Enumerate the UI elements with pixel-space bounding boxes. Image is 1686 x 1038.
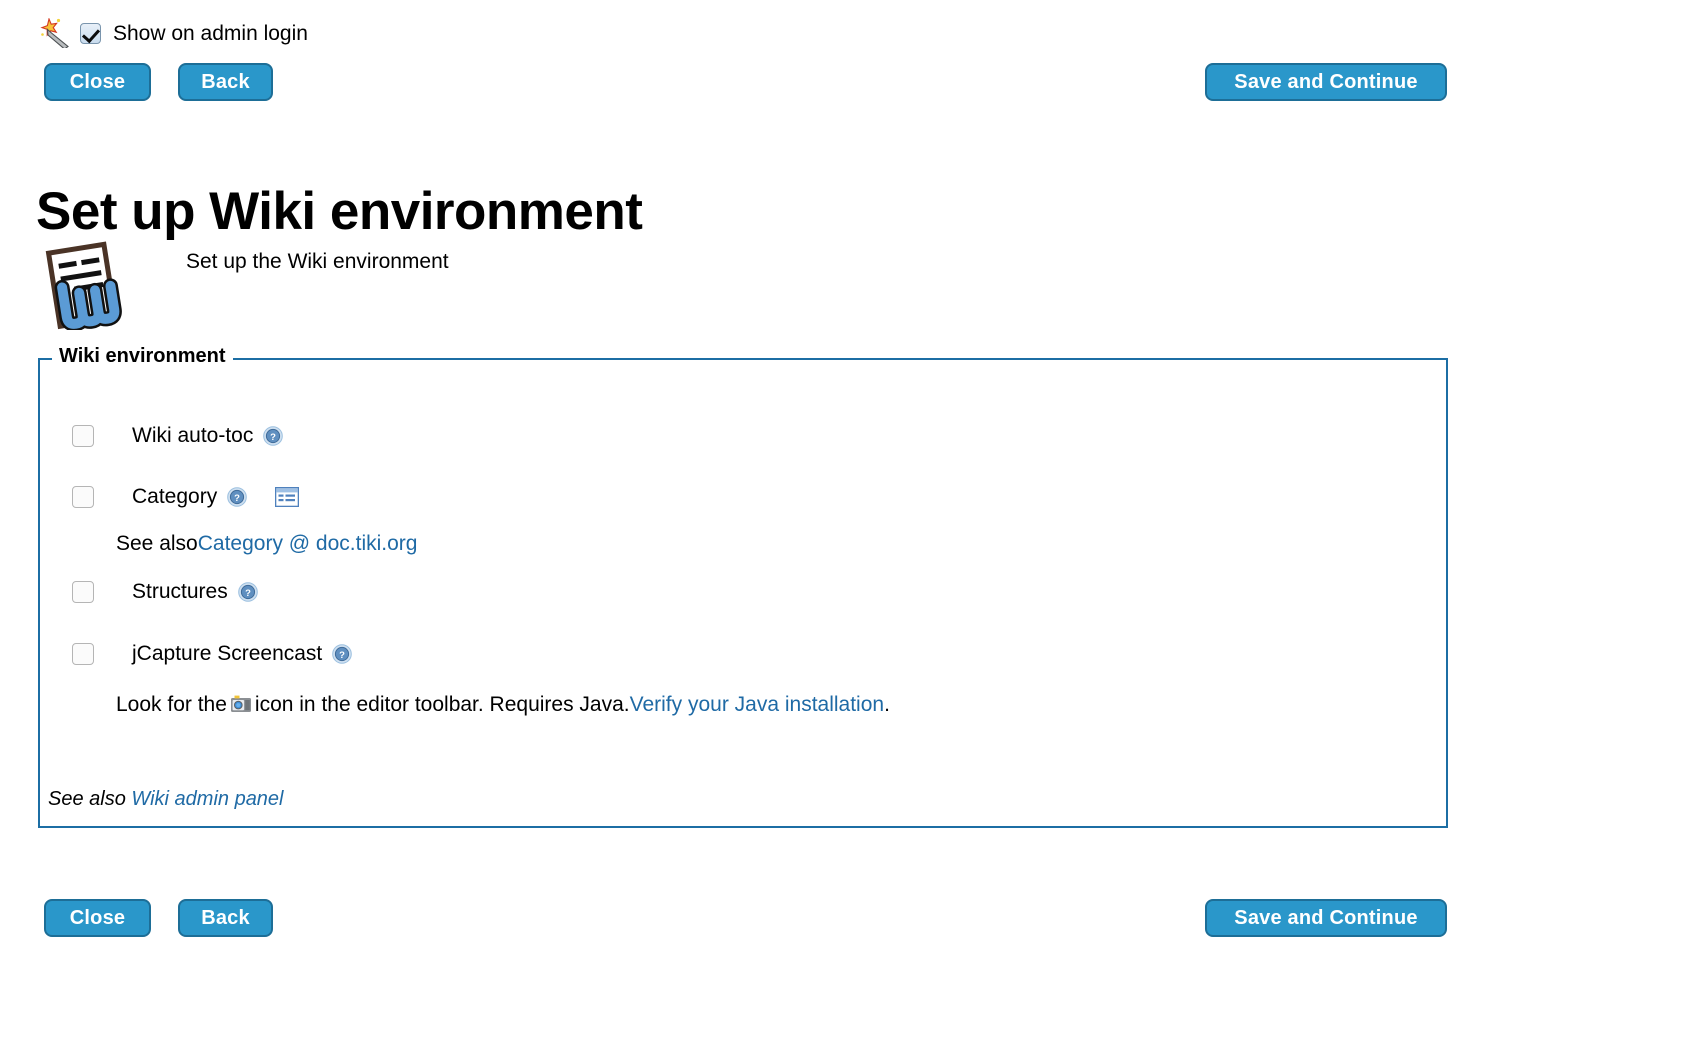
wiki-document-icon: [44, 240, 124, 330]
back-button-bottom[interactable]: Back: [178, 899, 273, 937]
bottom-button-row: Close Back Save and Continue: [0, 899, 1686, 941]
svg-text:?: ?: [270, 432, 276, 443]
help-icon[interactable]: ?: [332, 644, 353, 664]
jcapture-note-middle: icon in the editor toolbar. Requires Jav…: [254, 693, 630, 716]
option-row-jcapture-screencast: jCapture Screencast ?: [72, 641, 353, 667]
svg-text:?: ?: [245, 588, 251, 599]
option-row-wiki-auto-toc: Wiki auto-toc ?: [72, 423, 284, 449]
camera-icon: [227, 693, 255, 717]
show-on-admin-login-label: Show on admin login: [113, 21, 308, 45]
category-see-also-note: See also Category @ doc.tiki.org: [116, 532, 417, 556]
show-on-admin-login-checkbox[interactable]: [80, 22, 101, 44]
wiki-auto-toc-checkbox[interactable]: [72, 425, 94, 447]
wiki-admin-panel-link[interactable]: Wiki admin panel: [131, 788, 283, 810]
footer-prefix: See also: [48, 788, 132, 810]
verify-java-installation-link[interactable]: Verify your Java installation: [630, 693, 884, 717]
close-button-bottom[interactable]: Close: [44, 899, 151, 937]
intro-text: Set up the Wiki environment: [186, 250, 449, 273]
save-and-continue-button-bottom[interactable]: Save and Continue: [1205, 899, 1447, 937]
structures-checkbox[interactable]: [72, 581, 94, 603]
close-button-top[interactable]: Close: [44, 63, 151, 101]
jcapture-screencast-checkbox[interactable]: [72, 643, 94, 665]
list-settings-icon[interactable]: [275, 487, 300, 507]
option-row-category: Category ?: [72, 484, 300, 510]
wiki-environment-fieldset: Wiki environment Wiki auto-toc ? Categor…: [38, 345, 1448, 828]
category-note-prefix: See also: [116, 532, 198, 555]
category-checkbox[interactable]: [72, 486, 94, 508]
category-doc-link[interactable]: Category @ doc.tiki.org: [198, 532, 418, 556]
jcapture-note: Look for the icon in the editor toolbar.…: [116, 693, 890, 717]
page-title: Set up Wiki environment: [36, 181, 643, 241]
jcapture-note-suffix: .: [884, 693, 890, 716]
svg-text:?: ?: [234, 493, 240, 504]
help-icon[interactable]: ?: [237, 582, 258, 602]
svg-text:?: ?: [339, 650, 345, 661]
jcapture-screencast-label: jCapture Screencast: [132, 642, 323, 665]
option-row-structures: Structures ?: [72, 579, 258, 605]
intro-row: Set up the Wiki environment: [44, 240, 449, 330]
back-button-top[interactable]: Back: [178, 63, 273, 101]
help-icon[interactable]: ?: [263, 426, 284, 446]
fieldset-footer: See also Wiki admin panel: [48, 788, 284, 810]
structures-label: Structures: [132, 580, 228, 603]
wiki-auto-toc-label: Wiki auto-toc: [132, 424, 254, 447]
help-icon[interactable]: ?: [227, 487, 248, 507]
top-button-row: Close Back Save and Continue: [0, 63, 1686, 105]
save-and-continue-button-top[interactable]: Save and Continue: [1205, 63, 1447, 101]
magic-wand-icon: [38, 18, 72, 48]
admin-login-toggle-row: Show on admin login: [38, 16, 308, 50]
category-label: Category: [132, 485, 218, 508]
fieldset-legend: Wiki environment: [52, 345, 233, 367]
jcapture-note-prefix: Look for the: [116, 693, 227, 716]
